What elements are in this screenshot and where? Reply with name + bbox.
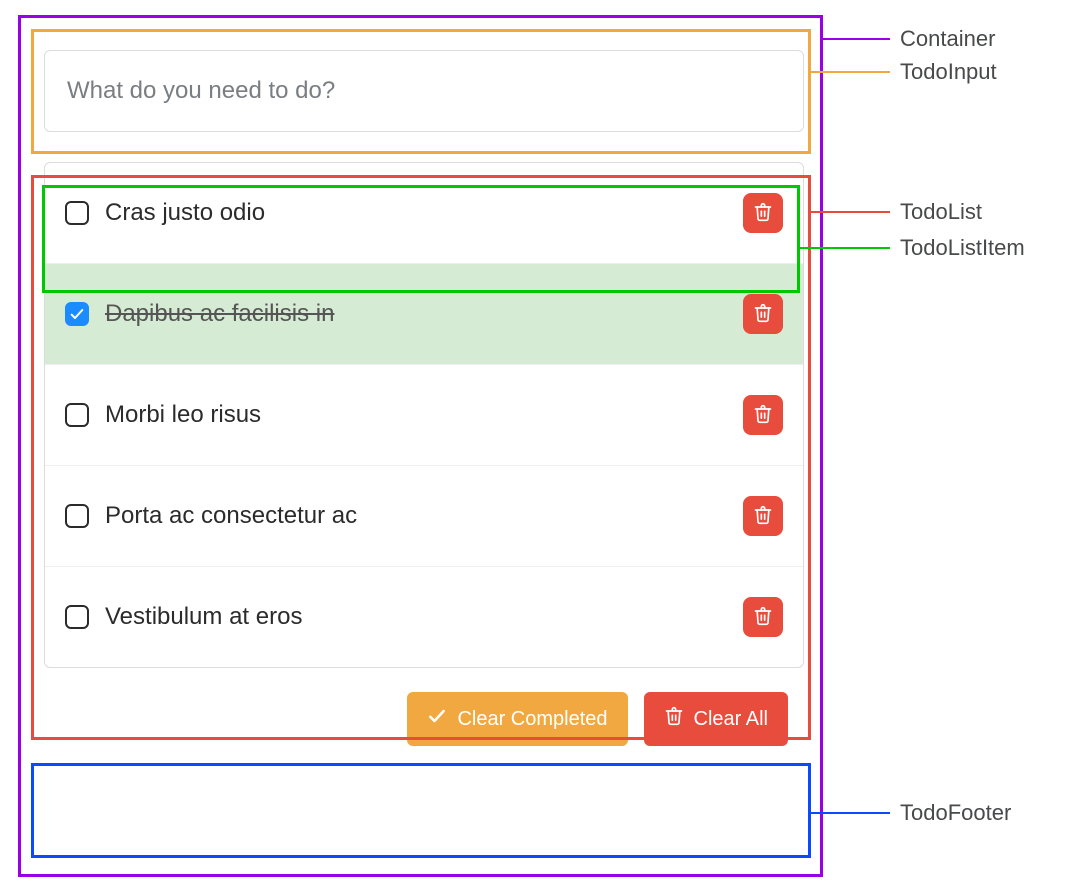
todo-input[interactable] [44,50,804,132]
todo-list-item: Porta ac consectetur ac [45,466,803,567]
todo-text: Porta ac consectetur ac [105,502,727,530]
delete-todo-button[interactable] [743,496,783,536]
todo-input-wrap [44,50,804,162]
annotation-container: Container [900,26,995,52]
check-icon [427,706,447,732]
connector-footer [811,812,890,814]
todo-checkbox[interactable] [65,302,89,326]
todo-text: Vestibulum at eros [105,603,727,631]
annotation-todo-footer: TodoFooter [900,800,1011,826]
delete-todo-button[interactable] [743,193,783,233]
clear-all-label: Clear All [694,708,768,731]
todo-list: Cras justo odio Dapibus ac facilisis in Mo… [44,162,804,668]
connector-input [811,71,890,73]
todo-text: Dapibus ac facilisis in [105,300,727,328]
todo-list-item: Morbi leo risus [45,365,803,466]
clear-completed-label: Clear Completed [457,708,607,731]
delete-todo-button[interactable] [743,294,783,334]
connector-item [800,247,890,249]
annotation-todo-list-item: TodoListItem [900,235,1025,261]
trash-icon [753,505,773,528]
trash-icon [753,303,773,326]
todo-list-item: Cras justo odio [45,163,803,264]
todo-list-item: Dapibus ac facilisis in [45,264,803,365]
delete-todo-button[interactable] [743,395,783,435]
outline-todo-footer [31,763,811,858]
todo-checkbox[interactable] [65,504,89,528]
todo-list-item: Vestibulum at eros [45,567,803,667]
delete-todo-button[interactable] [743,597,783,637]
trash-icon [753,202,773,225]
annotation-todo-input: TodoInput [900,59,997,85]
clear-all-button[interactable]: Clear All [644,692,788,746]
trash-icon [753,606,773,629]
trash-icon [753,404,773,427]
annotation-todo-list: TodoList [900,199,982,225]
todo-text: Morbi leo risus [105,401,727,429]
todo-checkbox[interactable] [65,201,89,225]
todo-footer: Clear Completed Clear All [44,668,804,756]
todo-checkbox[interactable] [65,605,89,629]
connector-container [823,38,890,40]
clear-completed-button[interactable]: Clear Completed [407,692,627,746]
container: Cras justo odio Dapibus ac facilisis in Mo… [44,50,804,756]
trash-icon [664,706,684,732]
todo-checkbox[interactable] [65,403,89,427]
connector-list [811,211,890,213]
todo-text: Cras justo odio [105,199,727,227]
